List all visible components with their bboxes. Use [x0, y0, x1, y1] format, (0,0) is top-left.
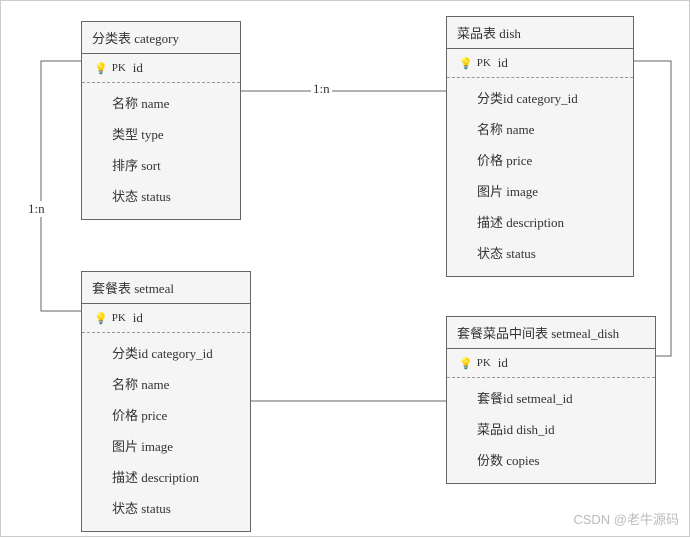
pk-label: PK: [112, 312, 126, 324]
key-icon: 💡: [459, 357, 473, 370]
field-item: 名称 name: [82, 87, 240, 118]
field-item: 份数 copies: [447, 444, 655, 475]
pk-label: PK: [112, 62, 126, 74]
field-list: 套餐id setmeal_id 菜品id dish_id 份数 copies: [447, 378, 655, 483]
entity-setmeal: 套餐表 setmeal 💡 PK id 分类id category_id 名称 …: [81, 271, 251, 532]
entity-title: 套餐菜品中间表 setmeal_dish: [447, 317, 655, 349]
field-item: 分类id category_id: [447, 82, 633, 113]
field-item: 菜品id dish_id: [447, 413, 655, 444]
pk-label: PK: [477, 57, 491, 69]
key-icon: 💡: [94, 312, 108, 325]
pk-field: id: [133, 60, 143, 76]
field-item: 名称 name: [447, 113, 633, 144]
field-item: 图片 image: [447, 175, 633, 206]
field-item: 描述 description: [447, 206, 633, 237]
field-item: 状态 status: [82, 180, 240, 211]
pk-row: 💡 PK id: [82, 304, 250, 333]
field-item: 描述 description: [82, 461, 250, 492]
field-item: 状态 status: [447, 237, 633, 268]
watermark-text: CSDN @老牛源码: [573, 509, 679, 528]
pk-row: 💡 PK id: [447, 49, 633, 78]
pk-field: id: [498, 55, 508, 71]
field-item: 图片 image: [82, 430, 250, 461]
pk-row: 💡 PK id: [82, 54, 240, 83]
field-list: 名称 name 类型 type 排序 sort 状态 status: [82, 83, 240, 219]
relation-label-category-dish: 1:n: [311, 81, 332, 97]
key-icon: 💡: [459, 57, 473, 70]
field-item: 类型 type: [82, 118, 240, 149]
field-item: 套餐id setmeal_id: [447, 382, 655, 413]
entity-dish: 菜品表 dish 💡 PK id 分类id category_id 名称 nam…: [446, 16, 634, 277]
field-item: 价格 price: [447, 144, 633, 175]
pk-row: 💡 PK id: [447, 349, 655, 378]
field-list: 分类id category_id 名称 name 价格 price 图片 ima…: [82, 333, 250, 531]
field-item: 排序 sort: [82, 149, 240, 180]
field-item: 分类id category_id: [82, 337, 250, 368]
er-diagram-canvas: 1:n 1:n 分类表 category 💡 PK id 名称 name 类型 …: [0, 0, 690, 537]
pk-field: id: [498, 355, 508, 371]
entity-title: 菜品表 dish: [447, 17, 633, 49]
pk-field: id: [133, 310, 143, 326]
pk-label: PK: [477, 357, 491, 369]
relation-label-category-setmeal: 1:n: [26, 201, 47, 217]
entity-title: 套餐表 setmeal: [82, 272, 250, 304]
field-item: 名称 name: [82, 368, 250, 399]
key-icon: 💡: [94, 62, 108, 75]
field-list: 分类id category_id 名称 name 价格 price 图片 ima…: [447, 78, 633, 276]
entity-category: 分类表 category 💡 PK id 名称 name 类型 type 排序 …: [81, 21, 241, 220]
field-item: 价格 price: [82, 399, 250, 430]
field-item: 状态 status: [82, 492, 250, 523]
entity-title: 分类表 category: [82, 22, 240, 54]
entity-setmeal-dish: 套餐菜品中间表 setmeal_dish 💡 PK id 套餐id setmea…: [446, 316, 656, 484]
